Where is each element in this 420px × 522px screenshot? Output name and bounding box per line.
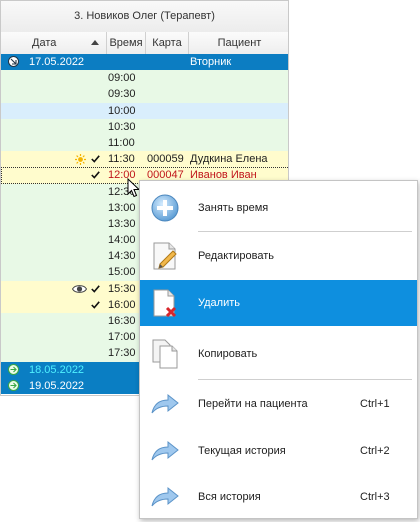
slot-patient — [190, 70, 288, 86]
checkmark-icon — [89, 297, 101, 313]
slot-card: 000059 — [147, 153, 184, 166]
expand-icon[interactable] — [8, 379, 19, 391]
menu-item-label: Занять время — [198, 202, 269, 214]
day-date: 18.05.2022 — [29, 363, 85, 376]
arrow-right-icon — [149, 435, 181, 467]
table-row[interactable]: 11:30 000059 Дудкина Елена — [1, 151, 288, 168]
slot-time: 11:00 — [108, 136, 135, 149]
day-date: 17.05.2022 — [29, 56, 85, 68]
slot-time: 11:30 — [108, 153, 135, 166]
menu-item-shortcut: Ctrl+3 — [360, 491, 390, 503]
day-group-row[interactable]: 17.05.2022 Вторник — [1, 54, 288, 71]
menu-item-go-to-patient[interactable]: Перейти на пациента Ctrl+1 — [140, 381, 417, 427]
menu-separator — [198, 379, 412, 380]
panel-title: 3. Новиков Олег (Терапевт) — [1, 1, 288, 33]
slot-patient — [190, 103, 288, 119]
slot-card — [147, 86, 189, 102]
menu-item-label: Перейти на пациента — [198, 398, 308, 410]
slot-card — [147, 103, 189, 119]
table-row[interactable]: 09:00 — [1, 70, 288, 87]
menu-item-label: Удалить — [198, 297, 240, 309]
slot-patient: Дудкина Елена — [190, 153, 268, 166]
slot-patient — [190, 119, 288, 135]
plus-icon — [149, 192, 181, 224]
checkmark-icon — [89, 281, 101, 297]
arrow-right-icon — [149, 388, 181, 420]
eye-icon — [71, 281, 88, 297]
slot-time: 09:00 — [108, 72, 136, 85]
menu-item-label: Редактировать — [198, 250, 274, 262]
context-menu: Занять время Редактировать Удалить Копир… — [139, 180, 418, 519]
column-header-date[interactable]: Дата — [1, 32, 107, 54]
collapse-icon[interactable] — [8, 56, 19, 67]
menu-item-delete[interactable]: Удалить — [140, 280, 417, 326]
column-header-patient[interactable]: Пациент — [189, 32, 288, 54]
day-weekday: Вторник — [190, 56, 232, 68]
copy-icon — [149, 338, 181, 370]
table-row[interactable]: 09:30 — [1, 86, 288, 103]
menu-item-copy[interactable]: Копировать — [140, 331, 417, 377]
slot-time: 10:00 — [108, 104, 136, 117]
column-header-date-label: Дата — [32, 37, 57, 49]
arrow-right-icon — [149, 481, 181, 513]
expand-icon[interactable] — [8, 363, 19, 375]
delete-document-icon — [149, 287, 181, 319]
table-row[interactable]: 10:30 — [1, 118, 288, 135]
slot-card — [147, 135, 189, 151]
slot-patient — [190, 135, 288, 151]
menu-separator — [198, 231, 412, 232]
slot-time: 10:30 — [108, 120, 136, 133]
menu-item-edit[interactable]: Редактировать — [140, 233, 417, 279]
slot-time: 09:30 — [108, 88, 136, 101]
day-date: 19.05.2022 — [29, 379, 85, 392]
menu-item-full-history[interactable]: Вся история Ctrl+3 — [140, 474, 417, 520]
slot-patient — [190, 86, 288, 102]
sun-icon — [74, 151, 86, 167]
slot-card — [147, 119, 189, 135]
sort-ascending-icon — [91, 40, 99, 45]
table-row[interactable]: 10:00 — [1, 102, 288, 119]
table-header: Дата Время Карта Пациент — [1, 32, 288, 55]
edit-document-icon — [149, 240, 181, 272]
menu-item-label: Вся история — [198, 491, 261, 503]
menu-item-label: Копировать — [198, 348, 258, 360]
menu-item-shortcut: Ctrl+2 — [360, 445, 390, 457]
table-row[interactable]: 11:00 — [1, 134, 288, 152]
checkmark-icon — [89, 151, 101, 167]
menu-item-book-time[interactable]: Занять время — [140, 185, 417, 231]
column-header-time[interactable]: Время — [107, 32, 146, 54]
column-header-card[interactable]: Карта — [146, 32, 189, 54]
menu-item-shortcut: Ctrl+1 — [360, 398, 390, 410]
menu-item-current-history[interactable]: Текущая история Ctrl+2 — [140, 428, 417, 474]
slot-card — [147, 70, 189, 86]
checkmark-icon — [89, 167, 101, 183]
menu-item-label: Текущая история — [198, 445, 286, 457]
